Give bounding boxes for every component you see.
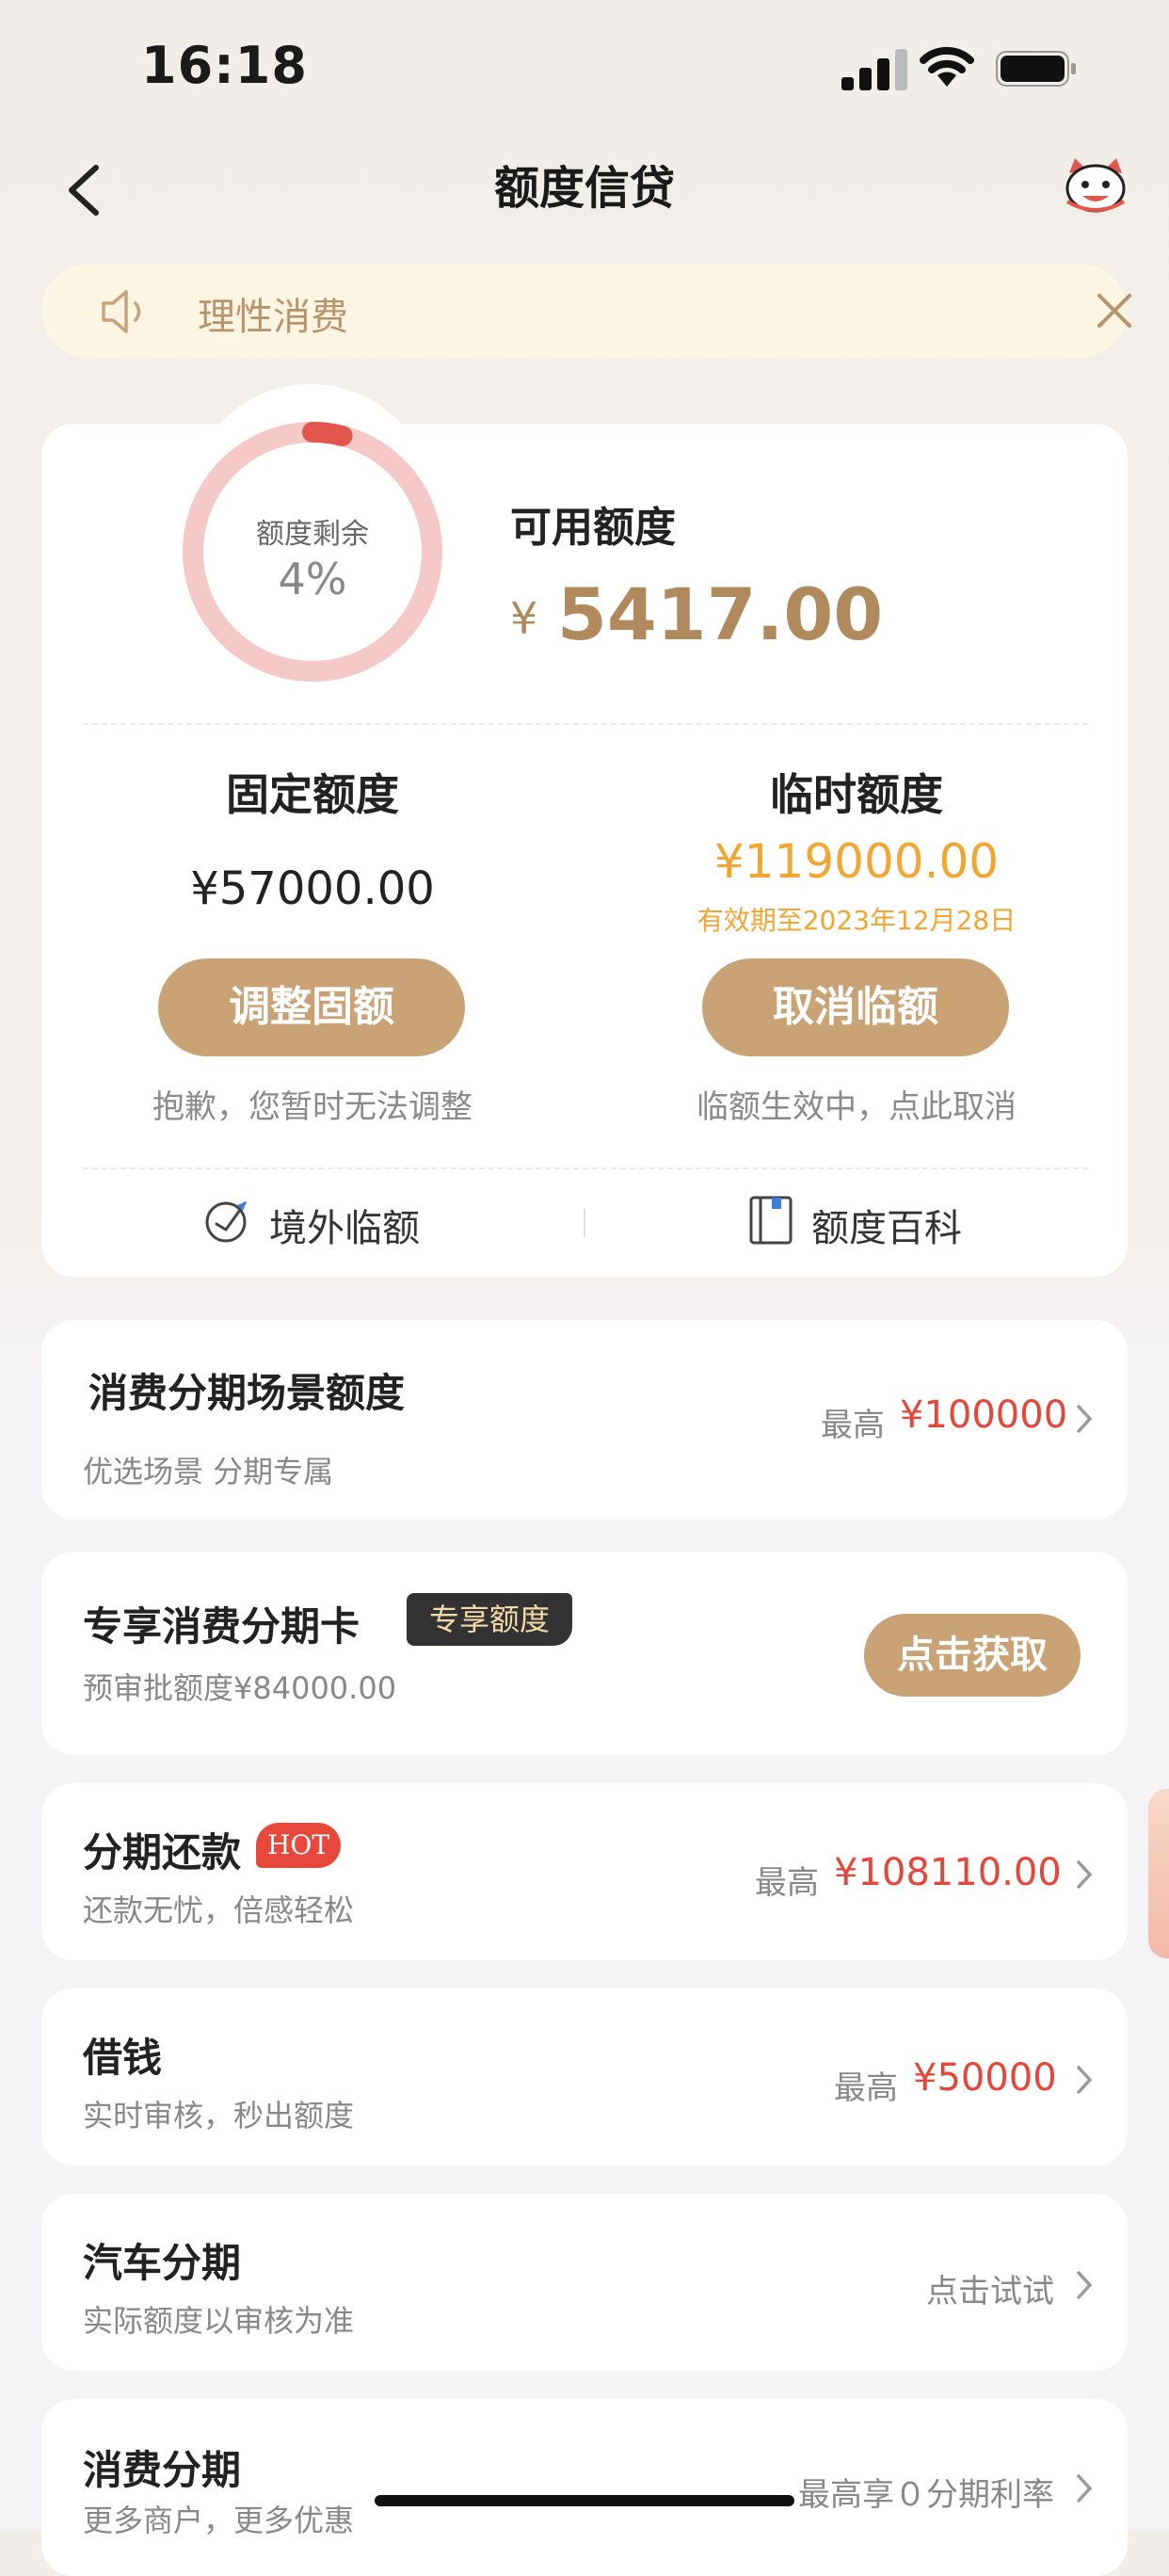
cancel-note[interactable]: 临额生效中，点此取消	[593, 1081, 1120, 1127]
list-item-title: 借钱	[83, 2035, 163, 2081]
divider	[83, 1167, 1088, 1169]
overseas-temp-quota-link[interactable]: 境外临额	[269, 1198, 420, 1252]
divider	[83, 723, 1088, 725]
list-item-subtitle: 实际额度以审核为准	[83, 2303, 355, 2339]
home-indicator[interactable]	[375, 2495, 794, 2506]
separator	[584, 1209, 585, 1237]
exclusive-quota-tag: 专享额度	[407, 1593, 572, 1646]
adjust-note: 抱歉，您暂时无法调整	[152, 1088, 472, 1126]
list-item-subtitle: 实时审核，秒出额度	[83, 2098, 355, 2133]
floating-promo-edge[interactable]	[1148, 1789, 1169, 1958]
temp-quota-label: 临时额度	[770, 769, 943, 820]
fixed-quota-amount: ¥57000.00	[190, 862, 435, 915]
ring-label: 额度剩余	[256, 518, 369, 551]
get-card-button[interactable]: 点击获取	[864, 1614, 1081, 1697]
scene-quota-subtitle: 优选场景 分期专属	[83, 1454, 334, 1489]
status-time: 16:18	[141, 36, 308, 95]
chevron-right-icon	[1077, 2066, 1093, 2094]
scene-quota-prefix: 最高	[821, 1407, 885, 1444]
pre-approved-quota: 预审批额度¥84000.00	[83, 1670, 397, 1706]
list-item-right-text: 最高享０分期利率	[798, 2476, 1054, 2514]
chevron-right-icon	[1077, 1405, 1093, 1433]
hot-badge: HOT	[256, 1823, 341, 1868]
chevron-right-icon	[1077, 2474, 1093, 2503]
globe-plane-icon	[205, 1201, 247, 1243]
list-item-prefix: 最高	[755, 1864, 819, 1902]
chevron-right-icon	[1077, 1860, 1093, 1889]
notice-bar: 理性消费	[41, 264, 1131, 358]
wifi-icon	[920, 46, 974, 87]
list-item-amount: ¥108110.00	[834, 1851, 1062, 1894]
list-item-amount: ¥50000	[913, 2056, 1057, 2100]
temp-quota-amount: ¥119000.00	[713, 834, 1000, 889]
list-item-right-text: 点击试试	[926, 2273, 1054, 2310]
page-title: 额度信贷	[493, 162, 675, 215]
available-quota-label: 可用额度	[510, 504, 676, 552]
temp-quota-validity: 有效期至2023年12月28日	[697, 905, 1017, 936]
remaining-quota-ring	[183, 422, 442, 682]
list-item-subtitle: 更多商户，更多优惠	[83, 2503, 355, 2538]
fixed-quota-label: 固定额度	[226, 769, 399, 820]
list-item-title: 分期还款	[83, 1829, 242, 1876]
mascot-icon[interactable]	[1062, 156, 1129, 215]
list-item-title: 消费分期	[83, 2447, 242, 2493]
notice-text: 理性消费	[198, 296, 348, 339]
book-icon	[749, 1196, 793, 1245]
ring-percent: 4%	[278, 554, 347, 604]
speaker-icon	[102, 290, 141, 333]
cancel-temp-quota-button[interactable]: 取消临额	[702, 958, 1009, 1056]
list-item-title: 汽车分期	[83, 2240, 242, 2286]
available-currency: ¥	[510, 593, 538, 644]
adjust-fixed-quota-button[interactable]: 调整固额	[158, 958, 465, 1056]
list-item-subtitle: 还款无忧，倍感轻松	[83, 1892, 355, 1928]
exclusive-card-title: 专享消费分期卡	[83, 1603, 360, 1650]
scene-quota-amount: ¥100000	[900, 1393, 1068, 1437]
close-icon[interactable]	[1094, 290, 1135, 331]
available-quota-amount: 5417.00	[557, 572, 884, 656]
cellular-signal-icon	[841, 47, 907, 90]
scene-quota-title: 消费分期场景额度	[88, 1370, 406, 1416]
chevron-right-icon	[1077, 2271, 1093, 2299]
list-item-prefix: 最高	[834, 2069, 898, 2107]
quota-encyclopedia-link[interactable]: 额度百科	[811, 1198, 962, 1252]
battery-icon	[996, 51, 1076, 87]
